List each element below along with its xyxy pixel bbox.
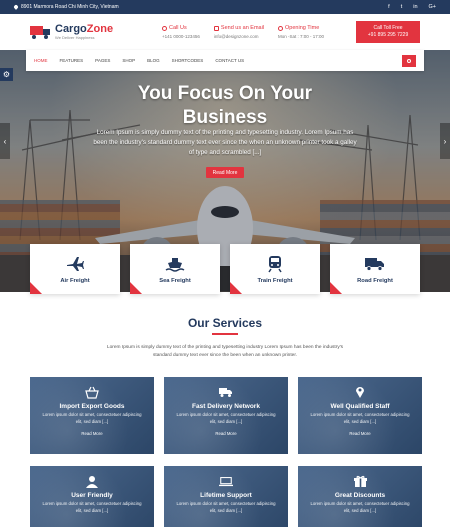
service-card-qualified-staff[interactable]: Well Qualified Staff Lorem ipsum dolor s… (298, 377, 422, 454)
logo-tagline: We Deliver Happiness (55, 35, 95, 40)
main-nav: HOME FEATURES PAGES SHOP BLOG SHORTCODES… (26, 50, 424, 71)
slider-next-button[interactable]: › (440, 123, 450, 159)
slider-prev-button[interactable]: ‹ (0, 123, 10, 159)
laptop-icon (219, 474, 233, 488)
services-title: Our Services (187, 316, 263, 330)
nav-features[interactable]: FEATURES (60, 58, 84, 63)
search-button[interactable] (402, 54, 416, 67)
settings-gear-button[interactable]: ⚙ (0, 68, 13, 81)
ship-icon (164, 255, 186, 273)
nav-shortcodes[interactable]: SHORTCODES (172, 58, 204, 63)
services-grid: Import Export Goods Lorem ipsum dolor si… (30, 377, 422, 527)
nav-shop[interactable]: SHOP (122, 58, 135, 63)
hero-text: Lorem Ipsum is simply dummy text of the … (93, 129, 357, 156)
train-icon (264, 255, 286, 273)
truck-icon (364, 255, 386, 273)
clock-icon (278, 25, 284, 31)
gear-icon: ⚙ (2, 70, 11, 79)
twitter-icon[interactable]: t (401, 4, 403, 10)
freight-cards: Air Freight Sea Freight Train Freight Ro… (30, 244, 420, 294)
freight-card-sea[interactable]: Sea Freight (130, 244, 220, 294)
logo-name: CargoZone (55, 23, 114, 35)
search-icon (407, 58, 411, 63)
gift-icon (353, 474, 367, 488)
linkedin-icon[interactable]: in (413, 4, 417, 10)
header: CargoZone We Deliver Happiness Call Us +… (0, 14, 450, 50)
hero-read-more-button[interactable]: Read More (206, 167, 244, 178)
logo[interactable]: CargoZone We Deliver Happiness (30, 24, 150, 40)
truck-logo-icon (30, 25, 52, 39)
read-more-link[interactable]: Read More (81, 431, 102, 436)
top-bar: 8901 Marmora Road Chi Minh City, Vietnam… (0, 0, 450, 14)
toll-free-button[interactable]: Call Toll Free +91 895 295 7229 (356, 21, 420, 43)
read-more-link[interactable]: Read More (349, 431, 370, 436)
service-card-lifetime-support[interactable]: Lifetime Support Lorem ipsum dolor sit a… (164, 466, 288, 527)
email-info: Send us an Email info@designzone.com (213, 25, 265, 39)
address-text: 8901 Marmora Road Chi Minh City, Vietnam (21, 4, 119, 10)
service-card-great-discounts[interactable]: Great Discounts Lorem ipsum dolor sit am… (298, 466, 422, 527)
freight-card-air[interactable]: Air Freight (30, 244, 120, 294)
basket-icon (85, 385, 99, 399)
call-info: Call Us +141 0000-123456 (162, 25, 200, 39)
nav-blog[interactable]: BLOG (147, 58, 160, 63)
user-icon (85, 474, 99, 488)
nav-contact-us[interactable]: CONTACT US (215, 58, 244, 63)
freight-card-train[interactable]: Train Freight (230, 244, 320, 294)
contact-info: Call Us +141 0000-123456 Send us an Emai… (162, 24, 324, 40)
title-divider (212, 333, 238, 335)
hero-title: You Focus On Your Business (137, 83, 313, 128)
location-pin-icon (353, 385, 367, 399)
truck-icon (219, 385, 233, 399)
location-pin-icon (13, 4, 19, 10)
service-card-fast-delivery[interactable]: Fast Delivery Network Lorem ipsum dolor … (164, 377, 288, 454)
google-plus-icon[interactable]: G+ (429, 4, 437, 10)
service-card-user-friendly[interactable]: User Friendly Lorem ipsum dolor sit amet… (30, 466, 154, 527)
social-links: f t in G+ (388, 4, 436, 10)
freight-card-road[interactable]: Road Freight (330, 244, 420, 294)
plane-icon (64, 255, 86, 273)
phone-icon (162, 25, 167, 31)
hours-info: Opening Time Mon -Sat : 7:00 - 17:00 (278, 25, 325, 39)
chevron-right-icon: › (443, 136, 447, 146)
read-more-link[interactable]: Read More (215, 431, 236, 436)
chevron-left-icon: ‹ (3, 136, 7, 146)
nav-pages[interactable]: PAGES (95, 58, 110, 63)
nav-home[interactable]: HOME (34, 58, 48, 63)
address: 8901 Marmora Road Chi Minh City, Vietnam (13, 4, 388, 10)
services-intro: Lorem Ipsum is simply dummy text of the … (106, 345, 344, 359)
envelope-icon (213, 25, 219, 31)
service-card-import-export[interactable]: Import Export Goods Lorem ipsum dolor si… (30, 377, 154, 454)
facebook-icon[interactable]: f (388, 4, 390, 10)
